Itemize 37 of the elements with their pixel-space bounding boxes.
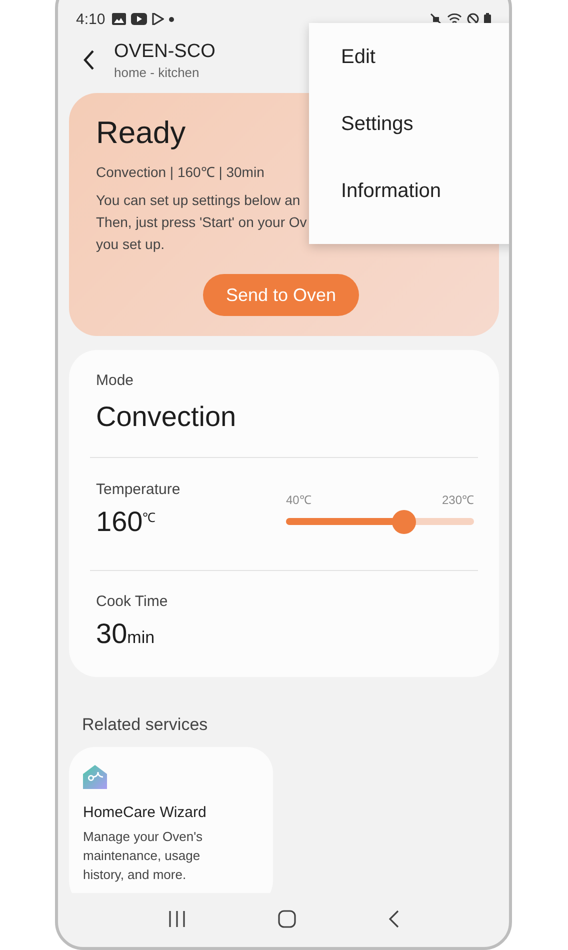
min-label: 40℃ (286, 492, 312, 508)
cook-time-value: 30 (96, 618, 128, 649)
dot-icon (169, 16, 174, 22)
section-title: Related services (82, 715, 209, 735)
back-nav-icon[interactable] (388, 910, 399, 928)
slider-thumb[interactable] (392, 510, 416, 534)
menu-item[interactable]: Settings (309, 102, 509, 169)
cook-time-unit: min (127, 628, 155, 647)
wifi-icon (447, 13, 462, 25)
video-icon (131, 13, 148, 25)
recents-icon[interactable] (168, 911, 186, 927)
house-icon (83, 765, 107, 789)
menu-item[interactable]: Information (309, 169, 509, 236)
status-title: Ready (96, 115, 186, 151)
block-icon (467, 13, 479, 25)
temperature-unit: ℃ (142, 510, 156, 525)
menu-item[interactable]: Edit (309, 35, 509, 102)
home-icon[interactable] (278, 910, 296, 928)
max-label: 230℃ (442, 492, 474, 508)
description-text: you set up. (96, 235, 164, 254)
service-description: Manage your Oven's maintenance, usage history, and more. (83, 828, 204, 884)
service-name: HomeCare Wizard (83, 804, 208, 821)
back-icon[interactable] (82, 49, 96, 71)
mode-label: Mode (96, 372, 135, 389)
device-location: home - kitchen (114, 64, 200, 80)
status-summary: Convection | 160℃ | 30min (96, 163, 266, 181)
status-time: 4:10 (76, 10, 106, 28)
description-text: You can set up settings below an (96, 191, 300, 210)
image-icon (112, 13, 126, 25)
temperature-label: Temperature (96, 481, 180, 498)
temperature-value: 160 (96, 506, 143, 537)
service-card[interactable]: HomeCare Wizard Manage your Oven's maintenance, usage history, and more. (69, 747, 273, 893)
mode-value: Convection (96, 401, 238, 433)
device-title: OVEN-SCO (114, 40, 216, 62)
description-text: Then, just press 'Start' on your Ov (96, 213, 307, 232)
cook-time-label: Cook Time (96, 593, 169, 610)
play-icon (152, 13, 164, 25)
